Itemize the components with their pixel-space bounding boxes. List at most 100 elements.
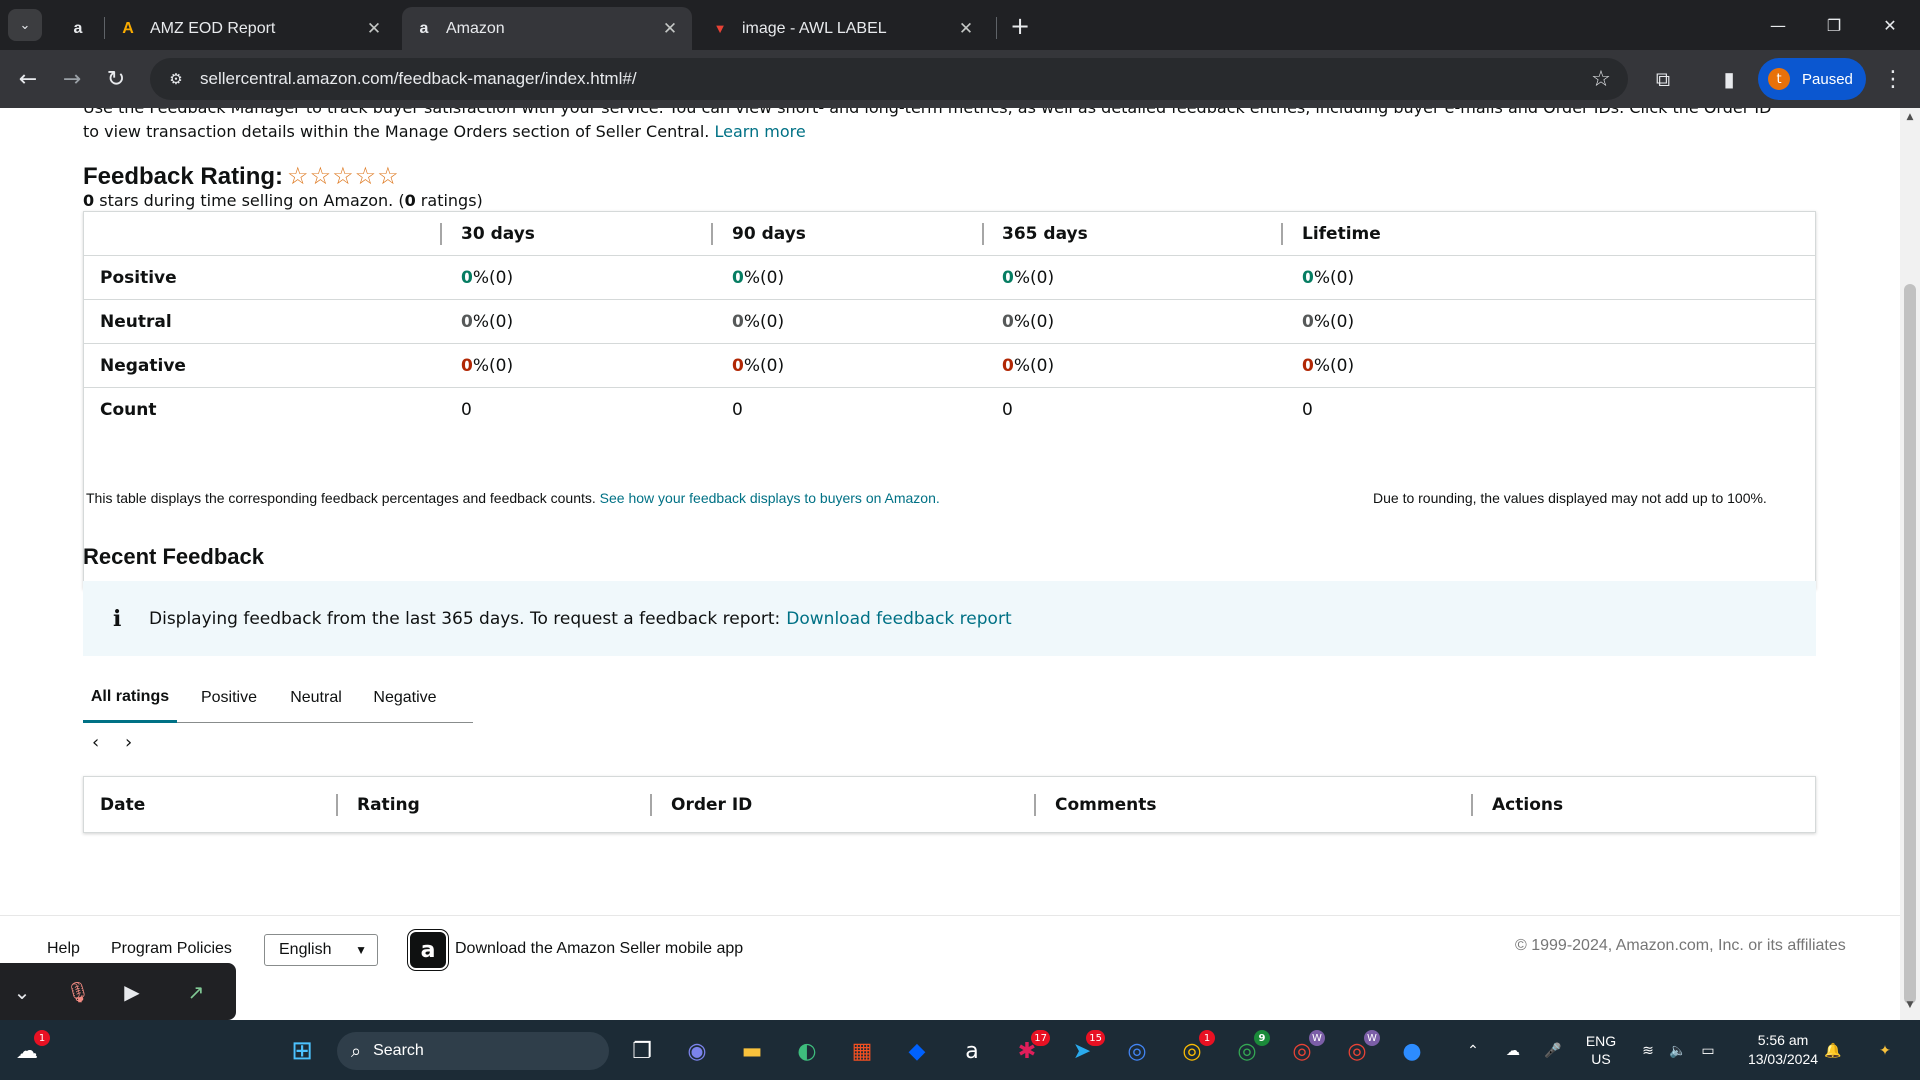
metric-suffix: %(0) [1013,355,1055,376]
wifi-icon[interactable]: ≋ [1633,1020,1663,1080]
amazon-app-icon[interactable]: a [955,1034,989,1068]
tab-search-button[interactable]: ⌄ [8,9,42,41]
clock-time: 5:56 am [1757,1032,1809,1048]
avatar: t [1768,68,1790,90]
scrollbar-thumb[interactable] [1904,284,1916,1004]
restore-button[interactable]: ❐ [1806,0,1862,50]
side-panel-icon[interactable]: ▮ [1714,64,1744,94]
minimize-button[interactable]: — [1750,0,1806,50]
close-tab-icon[interactable]: ✕ [658,17,682,41]
feedback-rating-heading: Feedback Rating: ☆☆☆☆☆ [83,162,400,191]
tab-amz-eod-report[interactable]: A AMZ EOD Report ✕ [106,7,396,50]
share-screen-icon[interactable]: ↗ [180,977,212,1007]
page-scrollbar[interactable]: ▲ ▼ [1900,108,1920,1020]
telegram-icon[interactable]: ➤ 15 [1065,1030,1105,1068]
extensions-icon[interactable]: ⧉ [1648,64,1678,94]
intro-line-1: Use the Feedback Manager to track buyer … [83,108,1815,120]
new-tab-button[interactable]: + [1005,11,1035,41]
store-icon[interactable]: ▦ [845,1034,879,1068]
metric-cell: 0 %(0) [1002,300,1054,343]
learn-more-link[interactable]: Learn more [714,122,805,141]
chrome-icon[interactable]: ◎ W [1340,1030,1380,1068]
forward-button[interactable]: → [56,63,88,95]
profile-status: Paused [1802,70,1853,88]
chrome-icon[interactable]: ◎ [1120,1034,1154,1068]
tab-negative[interactable]: Negative [365,673,445,723]
dropbox-icon[interactable]: ◆ [900,1034,934,1068]
tab-all-ratings[interactable]: All ratings [83,673,177,723]
seller-app-link[interactable]: Download the Amazon Seller mobile app [455,940,743,958]
chrome-icon[interactable]: ◎ W [1285,1030,1325,1068]
metric-suffix: %(0) [743,267,785,288]
metric-value: 0 [1002,267,1014,288]
clock[interactable]: 5:56 am 13/03/2024 [1735,1020,1831,1080]
task-view-icon[interactable]: ❐ [625,1034,659,1068]
close-icon: ✕ [1883,15,1897,35]
weather-icon[interactable]: ☁ 1 [10,1030,50,1068]
download-feedback-report-link[interactable]: Download feedback report [786,609,1011,629]
scroll-down-icon[interactable]: ▼ [1900,1000,1920,1016]
chevron-right-icon[interactable]: › [125,732,132,753]
chrome-icon[interactable]: ◎ 9 [1230,1030,1270,1068]
battery-icon[interactable]: ▭ [1693,1020,1723,1080]
copilot-icon[interactable]: ✦ [1865,1020,1905,1080]
pinned-tab-amazon[interactable]: a [58,7,98,50]
minimize-icon: — [1770,15,1786,35]
col-comments[interactable]: Comments [1055,777,1156,832]
tab-image-awl-label[interactable]: ▼ image - AWL LABEL ✕ [698,7,988,50]
tab-neutral[interactable]: Neutral [281,673,351,723]
search-placeholder: Search [373,1042,424,1059]
onedrive-icon[interactable]: ☁ [1498,1020,1528,1080]
tab-positive[interactable]: Positive [191,673,267,723]
back-button[interactable]: ← [12,63,44,95]
zoom-icon[interactable]: ● [1395,1034,1429,1068]
close-tab-icon[interactable]: ✕ [954,17,978,41]
language-select[interactable]: English ▼ [264,934,378,966]
bookmark-star-icon[interactable]: ☆ [1586,67,1616,92]
scroll-up-icon[interactable]: ▲ [1900,112,1920,128]
tab-amazon[interactable]: a Amazon ✕ [402,7,692,50]
metric-cell: 0 %(0) [461,344,513,387]
microphone-icon[interactable]: 🎤 [1538,1020,1568,1080]
mic-muted-icon[interactable]: 🎙 [62,977,94,1007]
teams-icon[interactable]: ◉ [680,1034,714,1068]
reload-button[interactable]: ↻ [100,63,132,95]
feedback-display-link[interactable]: See how your feedback displays to buyers… [600,490,940,506]
notification-badge: 1 [1199,1030,1215,1046]
language-indicator[interactable]: ENG US [1575,1020,1627,1080]
col-date[interactable]: Date [100,777,145,832]
camera-icon[interactable]: ▶ [116,977,148,1007]
arrow-right-icon: → [62,66,82,92]
restore-icon: ❐ [1826,15,1842,35]
windows-start-icon[interactable]: ⊞ [285,1034,319,1068]
file-explorer-icon[interactable]: ▬ [735,1034,769,1068]
program-policies-link[interactable]: Program Policies [111,940,232,958]
chevron-left-icon[interactable]: ‹ [92,732,99,753]
browser-menu-button[interactable]: ⋮ [1878,64,1908,94]
close-window-button[interactable]: ✕ [1862,0,1918,50]
help-link[interactable]: Help [47,940,80,958]
amazon-seller-app-icon[interactable]: a [408,930,448,970]
chevron-down-icon: ▼ [355,943,367,957]
edge-icon[interactable]: ◐ [790,1034,824,1068]
slack-icon[interactable]: ✱ 17 [1010,1030,1050,1068]
address-bar[interactable]: ⚙ sellercentral.amazon.com/feedback-mana… [150,58,1628,100]
metric-suffix: %(0) [743,311,785,332]
metric-cell: 0 %(0) [1002,256,1054,299]
profile-button[interactable]: t Paused [1758,58,1866,100]
metric-value: 0 [1302,355,1314,376]
site-settings-icon[interactable]: ⚙ [164,70,188,88]
stars-text: stars during time selling on Amazon. ( [94,191,405,210]
collapse-chevron-icon[interactable]: ⌄ [6,977,38,1007]
col-order-id[interactable]: Order ID [671,777,752,832]
chrome-icon[interactable]: ◎ 1 [1175,1030,1215,1068]
taskbar-search[interactable]: ⌕ Search [337,1032,609,1070]
recent-feedback-title: Recent Feedback [83,544,264,569]
url-text[interactable]: sellercentral.amazon.com/feedback-manage… [200,69,1586,89]
show-hidden-icons-icon[interactable]: ⌃ [1458,1020,1488,1080]
col-rating[interactable]: Rating [357,777,420,832]
notifications-bell-icon[interactable]: 🔔 [1818,1020,1848,1080]
notification-badge: W [1364,1030,1380,1046]
close-tab-icon[interactable]: ✕ [362,17,386,41]
volume-icon[interactable]: 🔈 [1663,1020,1693,1080]
